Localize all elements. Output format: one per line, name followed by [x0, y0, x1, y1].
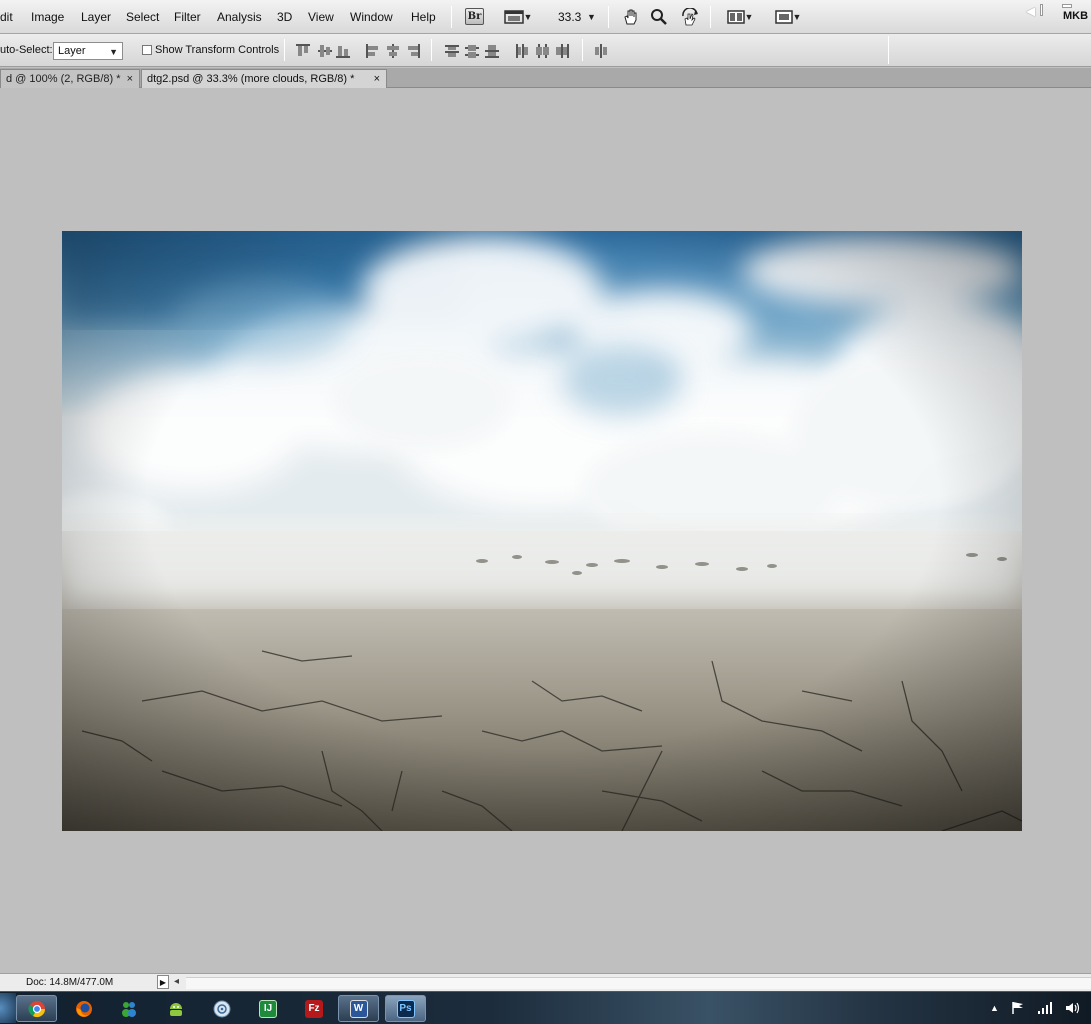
- menu-separator: [608, 6, 609, 28]
- menu-image[interactable]: Image: [31, 10, 64, 24]
- taskbar-itunes[interactable]: [208, 995, 236, 1022]
- network-signal-icon[interactable]: [1037, 1001, 1053, 1015]
- taskbar-firefox[interactable]: [70, 995, 98, 1022]
- distribute-bottom-edges-icon[interactable]: [485, 44, 499, 58]
- itunes-icon: [213, 1000, 231, 1017]
- options-bar: uto-Select: Layer ▼ Show Transform Contr…: [0, 34, 1091, 67]
- workspace-label[interactable]: MKB: [1063, 10, 1088, 22]
- distribute-vertical-centers-icon[interactable]: [465, 44, 479, 58]
- arrange-documents-button[interactable]: ▼: [723, 8, 757, 26]
- document-canvas[interactable]: [62, 231, 1022, 831]
- bridge-button[interactable]: Br: [465, 8, 484, 25]
- scroll-left-arrow-icon[interactable]: ◂: [174, 976, 179, 987]
- status-bar: Doc: 14.8M/477.0M ▶ ◂: [0, 973, 1091, 991]
- align-bottom-edges-icon[interactable]: [336, 44, 350, 58]
- zoom-dropdown-arrow-icon[interactable]: ▼: [587, 12, 596, 22]
- show-hidden-icons-icon[interactable]: ▲: [990, 1003, 999, 1013]
- taskbar-filezilla[interactable]: Fz: [300, 995, 328, 1022]
- distribute-left-edges-icon[interactable]: [515, 44, 529, 58]
- window-control-icon[interactable]: [1062, 4, 1072, 8]
- photoshop-icon: Ps: [396, 999, 415, 1018]
- taskbar-photoshop[interactable]: Ps: [385, 995, 426, 1022]
- taskbar-messenger[interactable]: [115, 995, 143, 1022]
- hand-icon: [624, 9, 637, 25]
- system-tray: ▲: [990, 996, 1081, 1020]
- status-menu-arrow-icon[interactable]: ▶: [157, 975, 169, 989]
- screen-mode-icon: [774, 10, 793, 24]
- hand-tool-button[interactable]: [621, 8, 641, 26]
- minimize-arrow-icon[interactable]: ◀: [1026, 4, 1035, 18]
- align-left-edges-icon[interactable]: [366, 44, 380, 58]
- auto-align-layers-icon[interactable]: [594, 44, 608, 58]
- firefox-icon: [76, 1000, 92, 1017]
- options-separator: [888, 36, 889, 64]
- align-right-edges-icon[interactable]: [406, 44, 420, 58]
- auto-select-dropdown[interactable]: Layer ▼: [53, 42, 123, 60]
- intellij-icon: IJ: [259, 999, 277, 1018]
- document-tab-title: d @ 100% (2, RGB/8) *: [6, 73, 121, 85]
- document-tab-2[interactable]: dtg2.psd @ 33.3% (more clouds, RGB/8) * …: [141, 69, 387, 88]
- menu-view[interactable]: View: [308, 10, 334, 24]
- windows-taskbar: IJ Fz W Ps: [0, 991, 1091, 1024]
- dropdown-arrow-icon: ▼: [523, 12, 533, 22]
- align-horizontal-centers-icon[interactable]: [386, 44, 400, 58]
- taskbar-chrome[interactable]: [16, 995, 57, 1022]
- align-top-edges-icon[interactable]: [296, 44, 310, 58]
- document-tab-bar: d @ 100% (2, RGB/8) * × dtg2.psd @ 33.3%…: [0, 68, 1091, 88]
- start-button[interactable]: [0, 993, 16, 1023]
- options-separator: [431, 39, 432, 61]
- volume-icon[interactable]: [1065, 1001, 1081, 1015]
- screen-mode-button[interactable]: ▼: [771, 8, 805, 26]
- rotate-hand-icon: [682, 8, 698, 26]
- android-icon: [170, 1002, 182, 1016]
- document-size-info: Doc: 14.8M/477.0M: [26, 977, 114, 988]
- show-transform-controls-label: Show Transform Controls: [155, 44, 280, 56]
- menu-separator: [451, 6, 452, 28]
- action-center-flag-icon[interactable]: [1011, 1001, 1025, 1015]
- menu-window[interactable]: Window: [350, 10, 393, 24]
- distribute-horizontal-centers-icon[interactable]: [535, 44, 549, 58]
- taskbar-android[interactable]: [162, 995, 190, 1022]
- dropdown-arrow-icon: ▼: [109, 47, 118, 57]
- taskbar-word[interactable]: W: [338, 995, 379, 1022]
- chrome-icon: [28, 1000, 45, 1017]
- rotate-view-button[interactable]: [679, 8, 701, 26]
- menu-3d[interactable]: 3D: [277, 10, 292, 24]
- messenger-icon: [122, 1001, 136, 1017]
- taskbar-intellij[interactable]: IJ: [254, 995, 282, 1022]
- show-transform-controls-checkbox[interactable]: [142, 45, 152, 55]
- word-icon: W: [349, 999, 368, 1018]
- view-extras-button[interactable]: ▼: [500, 8, 536, 26]
- panel-bar-icon: [1040, 4, 1043, 16]
- menu-help[interactable]: Help: [411, 10, 436, 24]
- menu-separator: [710, 6, 711, 28]
- distribute-top-edges-icon[interactable]: [445, 44, 459, 58]
- zoom-tool-button[interactable]: [649, 8, 669, 26]
- filezilla-icon: Fz: [305, 999, 323, 1018]
- close-icon[interactable]: ×: [127, 73, 133, 85]
- close-icon[interactable]: ×: [374, 73, 380, 85]
- document-tab-title: dtg2.psd @ 33.3% (more clouds, RGB/8) *: [147, 73, 355, 85]
- options-separator: [582, 39, 583, 61]
- horizontal-scrollbar[interactable]: [186, 977, 1091, 989]
- dropdown-arrow-icon: ▼: [792, 12, 802, 22]
- document-tab-1[interactable]: d @ 100% (2, RGB/8) * ×: [0, 69, 140, 88]
- film-strip-icon: [503, 10, 524, 24]
- zoom-level[interactable]: 33.3: [558, 10, 581, 24]
- menu-analysis[interactable]: Analysis: [217, 10, 262, 24]
- magnifier-icon: [651, 9, 667, 25]
- arrange-icon: [726, 10, 745, 24]
- options-separator: [284, 39, 285, 61]
- auto-select-value: Layer: [58, 45, 86, 57]
- align-vertical-centers-icon[interactable]: [318, 44, 332, 58]
- menu-edit[interactable]: dit: [0, 10, 13, 24]
- menu-select[interactable]: Select: [126, 10, 159, 24]
- distribute-right-edges-icon[interactable]: [555, 44, 569, 58]
- dropdown-arrow-icon: ▼: [744, 12, 754, 22]
- menu-layer[interactable]: Layer: [81, 10, 111, 24]
- menu-bar: dit Image Layer Select Filter Analysis 3…: [0, 0, 1091, 34]
- cloudy-desert-artwork: [62, 231, 1022, 831]
- auto-select-label: uto-Select:: [0, 44, 53, 56]
- menu-filter[interactable]: Filter: [174, 10, 201, 24]
